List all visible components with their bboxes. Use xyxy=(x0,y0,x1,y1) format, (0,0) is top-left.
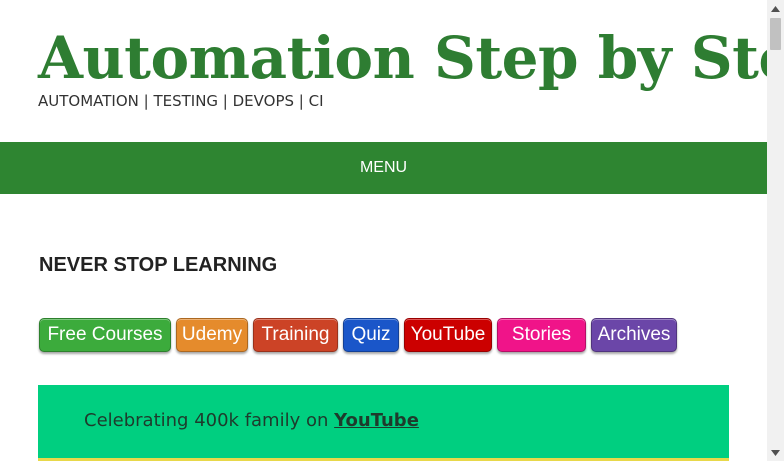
banner-youtube-link[interactable]: YouTube xyxy=(334,410,419,431)
announcement-banner: Celebrating 400k family on YouTube xyxy=(38,385,729,461)
site-tagline: AUTOMATION | TESTING | DEVOPS | CI xyxy=(38,92,324,110)
scrollbar-thumb[interactable] xyxy=(770,18,781,50)
banner-text: Celebrating 400k family on xyxy=(84,410,335,431)
udemy-button[interactable]: Udemy xyxy=(176,318,248,352)
youtube-button[interactable]: YouTube xyxy=(404,318,492,352)
quiz-button[interactable]: Quiz xyxy=(343,318,399,352)
vertical-scrollbar[interactable] xyxy=(767,0,784,461)
banner-message: Celebrating 400k family on YouTube xyxy=(84,410,419,431)
archives-button[interactable]: Archives xyxy=(591,318,677,352)
training-button[interactable]: Training xyxy=(253,318,338,352)
scroll-down-arrow-icon[interactable] xyxy=(767,444,784,461)
main-navigation: MENU xyxy=(0,142,767,194)
section-heading: NEVER STOP LEARNING xyxy=(39,254,278,276)
category-button-row: Free Courses Udemy Training Quiz YouTube… xyxy=(39,318,677,352)
site-title[interactable]: Automation Step by Step xyxy=(38,22,767,94)
page: Automation Step by Step AUTOMATION | TES… xyxy=(0,0,767,461)
menu-toggle-button[interactable]: MENU xyxy=(360,159,407,177)
stories-button[interactable]: Stories xyxy=(497,318,586,352)
scroll-up-arrow-icon[interactable] xyxy=(767,0,784,17)
free-courses-button[interactable]: Free Courses xyxy=(39,318,171,352)
